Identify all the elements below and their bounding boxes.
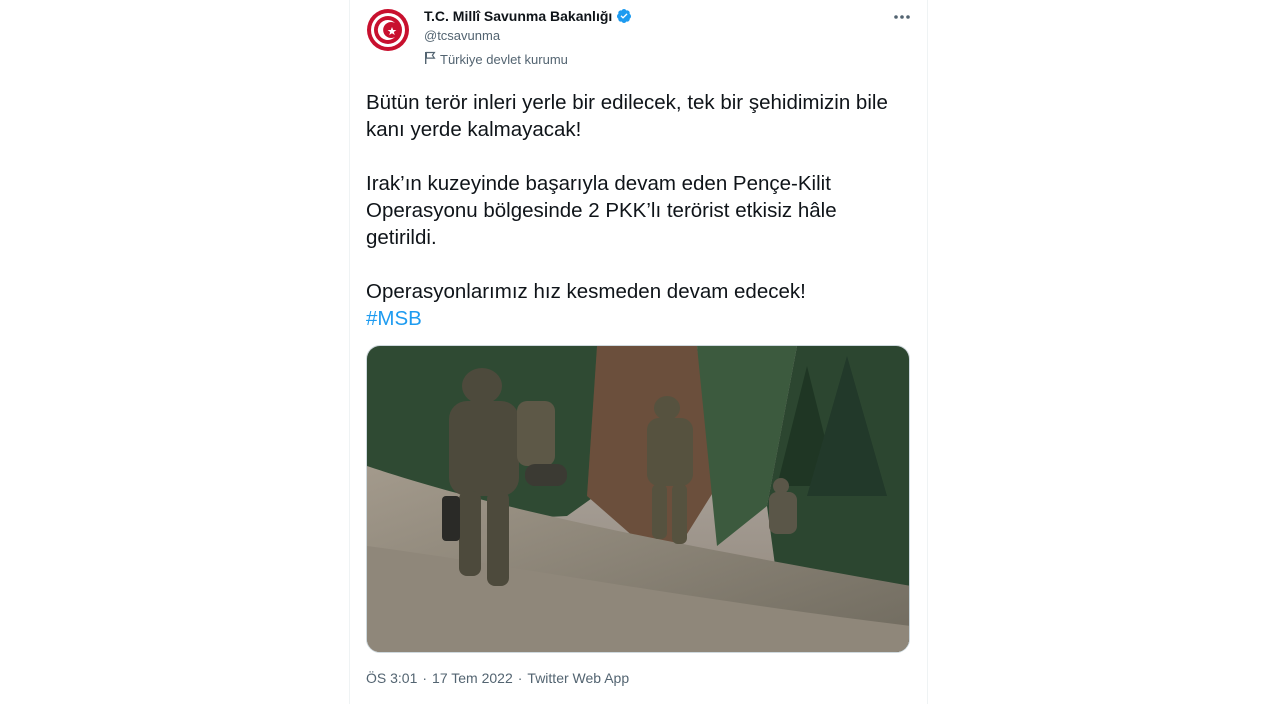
author-name[interactable]: T.C. Millî Savunma Bakanlığı: [424, 8, 612, 24]
affiliation-text: Türkiye devlet kurumu: [440, 52, 568, 67]
tweet-paragraph: Bütün terör inleri yerle bir edilecek, t…: [366, 91, 888, 141]
author-name-row[interactable]: T.C. Millî Savunma Bakanlığı: [424, 8, 632, 24]
flag-icon: [424, 51, 436, 68]
hashtag-link[interactable]: #MSB: [366, 307, 422, 330]
avatar[interactable]: [366, 8, 410, 52]
tweet-source[interactable]: Twitter Web App: [527, 670, 629, 686]
meta-separator: ·: [517, 670, 523, 686]
affiliation-label: Türkiye devlet kurumu: [424, 51, 568, 68]
tweet-paragraph: Irak’ın kuzeyinde başarıyla devam eden P…: [366, 172, 837, 249]
ministry-emblem-icon: [367, 9, 409, 51]
tweet-photo[interactable]: [366, 345, 910, 653]
verified-badge-icon: [616, 8, 632, 24]
soldiers-photo: [367, 346, 909, 652]
tweet-paragraph: Operasyonlarımız hız kesmeden devam edec…: [366, 280, 806, 303]
tweet-date[interactable]: 17 Tem 2022: [432, 670, 513, 686]
more-horizontal-icon[interactable]: [891, 6, 913, 28]
tweet-time[interactable]: ÖS 3:01: [366, 670, 417, 686]
meta-separator: ·: [422, 670, 428, 686]
tweet-meta: ÖS 3:01 · 17 Tem 2022 · Twitter Web App: [366, 670, 629, 686]
author-handle[interactable]: @tcsavunma: [424, 28, 500, 43]
tweet-text: Bütün terör inleri yerle bir edilecek, t…: [366, 89, 906, 332]
